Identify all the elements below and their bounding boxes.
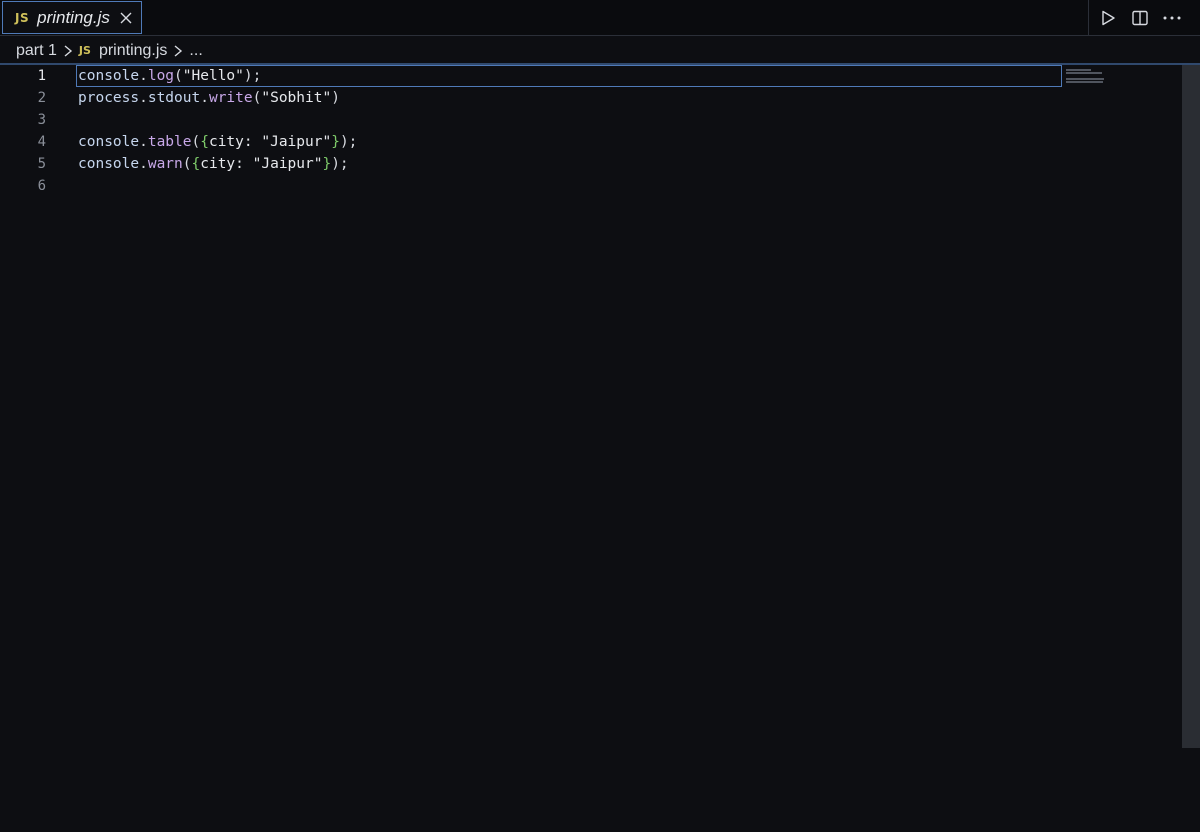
vertical-scrollbar[interactable] (1182, 65, 1200, 748)
line-number: 4 (37, 134, 46, 150)
editor-window: JS printing.js part 1 JS printing.js ... (0, 0, 1200, 832)
code-token: warn (147, 156, 183, 172)
minimap-line (1066, 78, 1104, 80)
code-token: ( (191, 134, 201, 150)
code-token: ( (174, 68, 183, 84)
code-token: stdout (147, 90, 201, 106)
code-line[interactable]: console.warn({city: "Jaipur"}); (78, 153, 349, 175)
toolbar-divider (1088, 0, 1089, 36)
code-token: . (139, 90, 148, 106)
code-token: } (322, 156, 332, 172)
code-token: table (147, 134, 192, 150)
minimap-line (1066, 72, 1102, 74)
js-file-icon: JS (15, 10, 30, 25)
code-token: "Sobhit" (261, 90, 332, 106)
breadcrumb-symbols[interactable]: ... (189, 42, 202, 60)
code-token: ); (243, 68, 262, 84)
code-token: ); (331, 156, 349, 172)
code-token: "Hello" (182, 68, 244, 84)
code-token: ) (331, 90, 340, 106)
line-number: 5 (37, 156, 46, 172)
code-token: ); (339, 134, 358, 150)
code-token: . (139, 134, 148, 150)
more-actions-icon[interactable] (1161, 7, 1183, 29)
code-token: { (191, 156, 201, 172)
breadcrumb-file[interactable]: printing.js (99, 42, 167, 60)
code-token: city: (200, 156, 253, 172)
chevron-right-icon (63, 44, 73, 58)
line-number: 2 (37, 90, 46, 106)
line-number-gutter: 1 2 3 4 5 6 (0, 65, 60, 832)
minimap-line (1066, 81, 1103, 83)
split-editor-icon[interactable] (1129, 7, 1151, 29)
tab-label: printing.js (37, 7, 110, 27)
code-line[interactable]: console.table({city: "Jaipur"}); (78, 131, 357, 153)
code-token: write (208, 90, 253, 106)
close-icon[interactable] (117, 9, 135, 27)
code-line[interactable]: console.log("Hello"); (78, 65, 261, 87)
code-token: console (78, 134, 140, 150)
minimap[interactable] (1064, 65, 1180, 95)
minimap-line (1066, 69, 1091, 71)
code-token: } (331, 134, 340, 150)
code-token: city: (208, 134, 262, 150)
tab-printing-js[interactable]: JS printing.js (2, 1, 142, 34)
code-line[interactable]: process.stdout.write("Sobhit") (78, 87, 340, 109)
breadcrumb-folder[interactable]: part 1 (16, 42, 57, 60)
line-number: 1 (37, 68, 46, 84)
code-token: "Jaipur" (261, 134, 332, 150)
play-icon[interactable] (1097, 7, 1119, 29)
code-editor[interactable]: 123456 console.log("Hello"); process.stdo… (0, 65, 1200, 832)
line-number: 3 (37, 112, 46, 128)
tab-bar: JS printing.js (0, 0, 1200, 36)
code-token: "Jaipur" (252, 156, 323, 172)
code-token: { (200, 134, 209, 150)
code-token: . (139, 156, 148, 172)
code-token: . (139, 68, 148, 84)
code-token: process (78, 90, 140, 106)
code-token: log (147, 68, 175, 84)
js-file-icon: JS (78, 44, 91, 57)
line-number: 6 (37, 178, 46, 194)
chevron-right-icon (173, 44, 183, 58)
breadcrumb: part 1 JS printing.js ... (0, 37, 1200, 64)
code-token: . (200, 90, 209, 106)
code-token: ( (182, 156, 192, 172)
code-token: console (78, 68, 140, 84)
code-token: console (78, 156, 140, 172)
